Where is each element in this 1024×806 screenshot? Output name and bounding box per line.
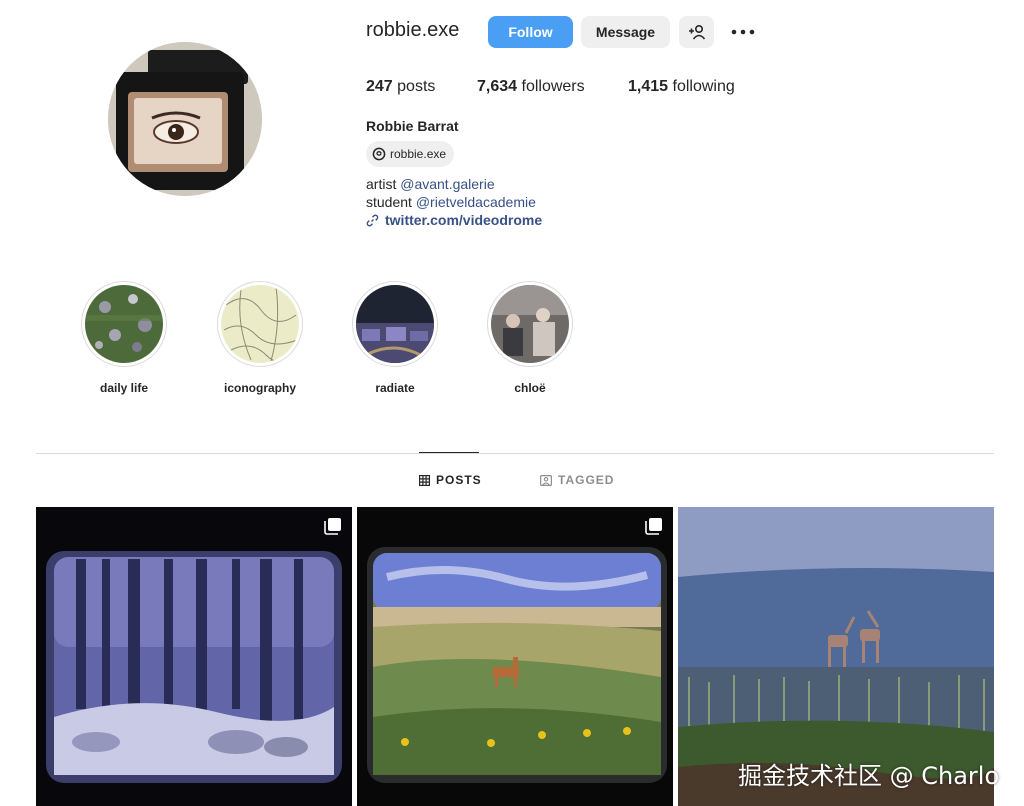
tagged-icon	[540, 474, 552, 486]
follow-button[interactable]: Follow	[488, 16, 573, 48]
watermark-text: 掘金技术社区 @ Charlo	[738, 762, 1000, 790]
more-options-button[interactable]	[730, 20, 756, 44]
highlight-label: chloë	[514, 381, 546, 395]
post-thumbnail[interactable]	[357, 507, 673, 806]
add-person-icon	[688, 24, 705, 40]
bio-line: student @rietveldacademie	[366, 194, 536, 210]
highlight-radiate[interactable]: radiate	[351, 281, 439, 395]
bio-mention-link[interactable]: @rietveldacademie	[416, 194, 536, 210]
following-link[interactable]: 1,415 following	[628, 78, 735, 96]
highlight-iconography[interactable]: iconography	[216, 281, 304, 395]
highlight-label: radiate	[375, 381, 415, 395]
active-tab-indicator	[419, 452, 479, 453]
bio-mention-link[interactable]: @avant.galerie	[400, 176, 494, 192]
tab-tagged[interactable]: TAGGED	[540, 473, 614, 487]
external-link[interactable]: twitter.com/videodrome	[366, 212, 542, 228]
tab-posts[interactable]: POSTS	[419, 473, 482, 487]
avatar-image	[108, 42, 262, 196]
highlight-daily-life[interactable]: daily life	[80, 281, 168, 395]
threads-handle: robbie.exe	[390, 147, 447, 161]
bio-line: artist @avant.galerie	[366, 176, 495, 192]
multiple-posts-icon	[645, 518, 662, 535]
link-icon	[366, 214, 379, 226]
more-icon	[731, 29, 755, 35]
posts-count: 247 posts	[366, 78, 436, 95]
followers-link[interactable]: 7,634 followers	[477, 78, 585, 96]
message-button[interactable]: Message	[581, 16, 670, 48]
highlight-label: daily life	[99, 381, 149, 395]
post-thumbnail[interactable]	[36, 507, 352, 806]
grid-icon	[419, 474, 430, 486]
highlight-thumbnail	[356, 285, 434, 363]
highlight-label: iconography	[223, 381, 296, 395]
suggested-accounts-button[interactable]	[679, 16, 714, 48]
profile-avatar[interactable]	[108, 42, 262, 196]
highlight-thumbnail	[221, 285, 299, 363]
tabs-divider	[36, 453, 994, 454]
profile-username: robbie.exe	[366, 19, 460, 41]
multiple-posts-icon	[324, 518, 341, 535]
threads-icon	[372, 147, 386, 161]
post-image	[36, 507, 352, 806]
highlight-thumbnail	[491, 285, 569, 363]
threads-badge[interactable]: robbie.exe	[366, 141, 455, 167]
profile-full-name: Robbie Barrat	[366, 118, 459, 134]
highlight-chloe[interactable]: chloë	[486, 281, 574, 395]
post-image	[357, 507, 673, 806]
highlight-thumbnail	[85, 285, 163, 363]
